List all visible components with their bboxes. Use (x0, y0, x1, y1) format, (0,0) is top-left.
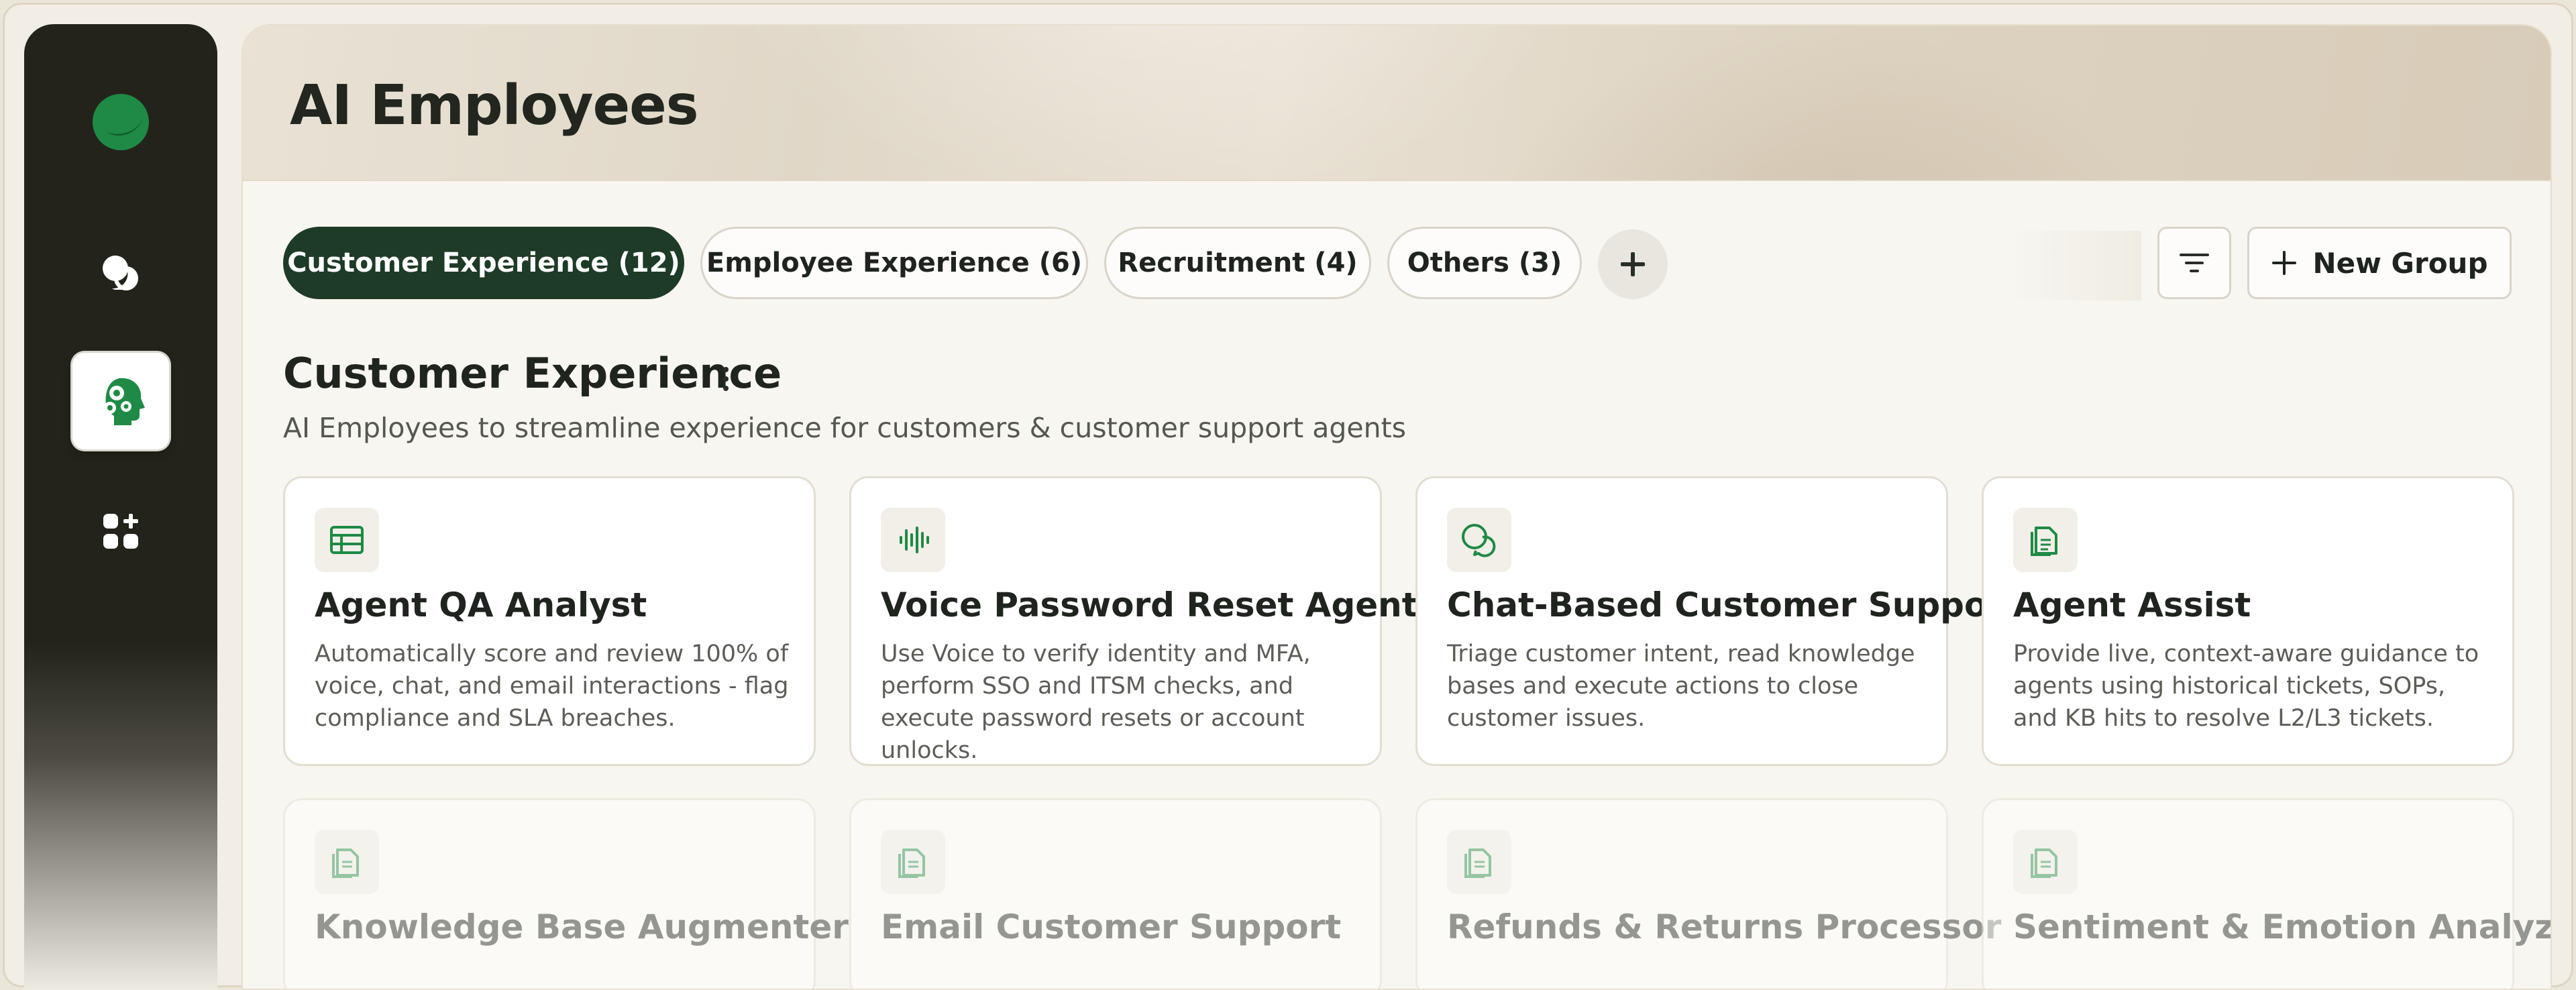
employee-card[interactable]: Agent Assist Provide live, context-aware… (1982, 476, 2514, 766)
card-title: Email Customer Support (881, 908, 1342, 946)
card-title: Agent Assist (2013, 586, 2251, 624)
green-orb-logo-icon[interactable] (92, 93, 150, 151)
documents-icon (2013, 830, 2078, 894)
employee-card[interactable]: Voice Password Reset Agent Use Voice to … (849, 476, 1418, 766)
page-title: AI Employees (290, 74, 699, 138)
filter-button[interactable] (2157, 227, 2231, 299)
sidebar-item-ai-employees[interactable] (72, 353, 169, 449)
chat-bubbles-icon (1447, 508, 1511, 572)
card-description: Triage customer intent, read knowledge b… (1447, 641, 1915, 732)
tab-recruitment[interactable]: Recruitment (4) (1104, 227, 1371, 299)
toolbar-fade (2007, 231, 2141, 300)
employee-card[interactable]: Agent QA Analyst Automatically score and… (283, 476, 816, 766)
tab-employee-experience[interactable]: Employee Experience (6) (700, 227, 1088, 299)
page-header: AI Employees (243, 25, 2551, 181)
tab-others[interactable]: Others (3) (1387, 227, 1582, 299)
card-description: Provide live, context-aware guidance to … (2013, 641, 2479, 732)
sidebar (24, 24, 217, 990)
documents-icon (2013, 508, 2078, 572)
documents-icon (881, 830, 945, 894)
documents-icon (1447, 830, 1511, 894)
card-title: Sentiment & Emotion Analyzer (2013, 908, 2552, 946)
tab-customer-experience[interactable]: Customer Experience (12) (283, 227, 684, 299)
apps-grid-plus-icon[interactable] (94, 504, 148, 558)
new-group-label: New Group (2312, 246, 2488, 280)
main-panel: AI Employees Customer Experience (12) Em… (241, 24, 2552, 990)
plus-icon (1621, 252, 1645, 276)
card-title: Knowledge Base Augmenter (315, 908, 849, 946)
employee-card[interactable]: Sentiment & Emotion Analyzer (1982, 798, 2551, 989)
card-title: Agent QA Analyst (315, 586, 647, 624)
card-description: Automatically score and review 100% of v… (315, 641, 789, 732)
card-title: Voice Password Reset Agent (881, 586, 1418, 624)
new-group-button[interactable]: New Group (2247, 227, 2512, 299)
audio-waveform-icon (881, 508, 945, 572)
employee-card[interactable]: Refunds & Returns Processor (1415, 798, 2001, 989)
employee-card[interactable]: Email Customer Support (849, 798, 1382, 989)
chat-bubbles-icon[interactable] (94, 245, 148, 299)
card-title: Chat-Based Customer Support (1447, 586, 2020, 624)
card-description: Use Voice to verify identity and MFA, pe… (881, 641, 1311, 764)
kebab-menu-icon (723, 367, 729, 391)
card-title: Refunds & Returns Processor (1447, 908, 2002, 946)
employee-card[interactable]: Knowledge Base Augmenter (283, 798, 849, 989)
employee-card[interactable]: Chat-Based Customer Support Triage custo… (1415, 476, 2020, 766)
filter-lines-icon (2180, 254, 2209, 272)
ai-head-gears-icon (94, 373, 148, 429)
section-menu-button[interactable] (712, 362, 739, 396)
section-subtitle: AI Employees to streamline experience fo… (283, 412, 1407, 444)
add-tab-button[interactable] (1598, 229, 1668, 299)
plus-icon (2272, 251, 2297, 275)
documents-icon (315, 830, 379, 894)
table-icon (315, 508, 379, 572)
section-title: Customer Experience (283, 349, 782, 398)
